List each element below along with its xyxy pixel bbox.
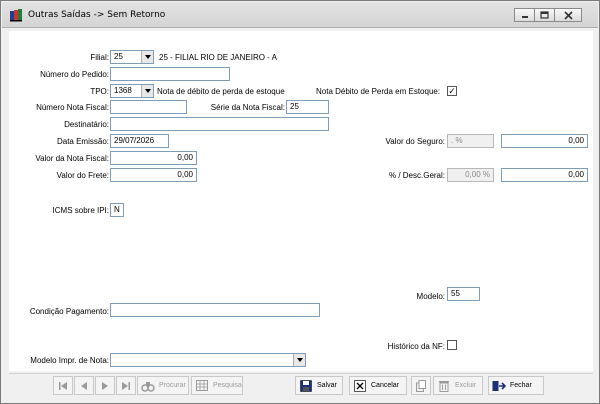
grid-search-icon	[195, 379, 209, 393]
pesquisa-button[interactable]: Pesquisa	[191, 376, 243, 395]
condicao-pagamento-label: Condição Pagamento:	[29, 307, 109, 316]
icms-ipi-field[interactable]: N	[110, 203, 124, 217]
excluir-label: Excluir	[455, 382, 477, 389]
filial-label: Filial:	[90, 53, 109, 62]
data-emissao-label: Data Emissão:	[56, 137, 109, 146]
last-record-button[interactable]	[116, 376, 136, 395]
tpo-select[interactable]: 1368	[110, 84, 154, 98]
previous-record-button[interactable]	[74, 376, 94, 395]
exit-door-icon	[492, 379, 506, 393]
copy-button[interactable]	[411, 376, 431, 395]
valor-frete-field[interactable]: 0,00	[110, 168, 197, 182]
binoculars-icon	[141, 379, 155, 393]
checkmark-icon: ✓	[448, 85, 456, 96]
next-record-button[interactable]	[95, 376, 115, 395]
first-record-button[interactable]	[53, 376, 73, 395]
cancelar-button[interactable]: Cancelar	[349, 376, 407, 395]
desc-geral-label: % / Desc.Geral:	[388, 171, 445, 180]
fechar-button[interactable]: Fechar	[488, 376, 544, 395]
data-emissao-field[interactable]: 29/07/2026	[110, 134, 169, 148]
desc-geral-field[interactable]: 0,00	[501, 168, 588, 182]
save-icon	[299, 379, 313, 393]
form-area: Filial: 25 25 - FILIAL RIO DE JANEIRO - …	[9, 31, 593, 371]
procurar-label: Procurar	[159, 382, 186, 389]
next-icon	[99, 379, 110, 393]
procurar-button[interactable]: Procurar	[137, 376, 189, 395]
close-icon[interactable]	[554, 8, 582, 22]
fechar-label: Fechar	[510, 382, 532, 389]
nota-debito-checkbox[interactable]: ✓	[447, 86, 457, 96]
previous-icon	[78, 379, 89, 393]
modelo-impr-label: Modelo Impr. de Nota:	[30, 356, 109, 365]
numero-nota-fiscal-field[interactable]	[110, 100, 187, 114]
excluir-button[interactable]: Excluir	[433, 376, 483, 395]
condicao-pagamento-field[interactable]	[110, 303, 320, 317]
numero-pedido-label: Número do Pedido:	[40, 70, 109, 79]
cancelar-label: Cancelar	[371, 382, 400, 389]
tpo-label: TPO:	[90, 87, 109, 96]
numero-nota-fiscal-label: Número Nota Fiscal:	[36, 103, 109, 112]
valor-nota-fiscal-label: Valor da Nota Fiscal:	[35, 154, 109, 163]
serie-nota-fiscal-field[interactable]: 25	[286, 100, 329, 114]
copy-icon	[415, 379, 426, 393]
chevron-down-icon[interactable]	[141, 51, 153, 63]
maximize-icon[interactable]	[534, 8, 555, 22]
app-books-icon	[9, 8, 23, 22]
tpo-value: 1368	[114, 86, 132, 95]
last-icon	[120, 379, 131, 393]
destinatario-label: Destinatário:	[64, 120, 109, 129]
pesquisa-label: Pesquisa	[213, 382, 242, 389]
desc-geral-percent-field[interactable]: 0,00 %	[447, 168, 494, 182]
valor-frete-label: Valor do Frete:	[56, 171, 109, 180]
minimize-icon[interactable]	[514, 8, 535, 22]
modelo-label: Modelo:	[416, 292, 445, 301]
chevron-down-icon[interactable]	[293, 354, 305, 366]
bottom-toolbar: Procurar Pesquisa Salvar Cancelar Exclui…	[9, 373, 593, 397]
chevron-down-icon[interactable]	[141, 85, 153, 97]
first-icon	[57, 379, 68, 393]
historico-nf-checkbox[interactable]	[447, 340, 457, 350]
filial-value: 25	[114, 52, 123, 61]
valor-seguro-label: Valor do Seguro:	[385, 137, 445, 146]
window-title: Outras Saídas -> Sem Retorno	[28, 10, 166, 20]
numero-pedido-field[interactable]	[110, 67, 230, 81]
salvar-button[interactable]: Salvar	[295, 376, 343, 395]
trash-icon	[437, 379, 451, 393]
historico-nf-label: Histórico da NF:	[387, 342, 445, 351]
destinatario-field[interactable]	[110, 117, 329, 131]
filial-description: 25 - FILIAL RIO DE JANEIRO - A	[159, 53, 277, 62]
cancel-icon	[353, 379, 367, 393]
serie-nota-fiscal-label: Série da Nota Fiscal:	[210, 103, 285, 112]
salvar-label: Salvar	[317, 382, 337, 389]
main-window: Outras Saídas -> Sem Retorno Filial: 25 …	[0, 0, 600, 404]
filial-select[interactable]: 25	[110, 50, 154, 64]
nota-debito-label: Nota Débito de Perda em Estoque:	[316, 87, 441, 96]
modelo-impr-select[interactable]	[110, 353, 306, 367]
tpo-description: Nota de débito de perda de estoque	[157, 87, 285, 96]
icms-ipi-label: ICMS sobre IPI:	[52, 206, 109, 215]
title-bar[interactable]: Outras Saídas -> Sem Retorno	[2, 2, 598, 28]
valor-nota-fiscal-field[interactable]: 0,00	[110, 151, 197, 165]
valor-seguro-field[interactable]: 0,00	[501, 134, 588, 148]
modelo-field[interactable]: 55	[447, 287, 480, 301]
valor-seguro-percent-field[interactable]: . %	[447, 134, 494, 148]
window-controls	[514, 8, 582, 22]
